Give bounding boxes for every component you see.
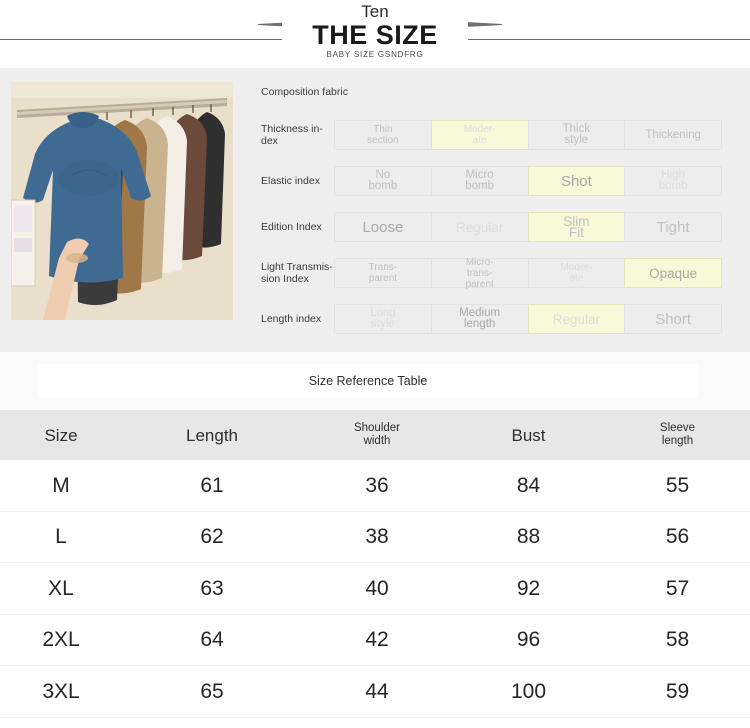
attribute-option[interactable]: Thin section	[334, 120, 432, 150]
attribute-option[interactable]: No bomb	[334, 166, 432, 196]
table-cell-length: 61	[200, 473, 224, 497]
table-cell-shoulder: 38	[365, 525, 389, 549]
attribute-option[interactable]: Micro bomb	[430, 166, 529, 196]
size-reference-banner-wrap: Size Reference Table	[0, 352, 750, 410]
attribute-option[interactable]: Long style	[334, 304, 432, 334]
table-row: 3XL 65 44 100 59	[0, 666, 750, 718]
table-header-row: Size Length Shoulder width Bust Sleeve length	[0, 410, 750, 460]
page-title: THE SIZE	[282, 18, 468, 52]
table-cell-sleeve: 58	[665, 628, 690, 652]
table-cell-bust: 92	[516, 576, 541, 600]
table-body: M 61 36 84 55 L 62 38 88 56 XL 63 40 92 57 2XL 64 42 96 58 3…	[0, 460, 750, 718]
attribute-option-selected[interactable]: Regular	[527, 304, 626, 334]
table-header-cell: Shoulder width	[353, 422, 401, 447]
table-cell-bust: 100	[510, 679, 547, 703]
attribute-options: No bomb Micro bomb Shot High bomb	[334, 166, 722, 196]
page-title-wrap: THE SIZE	[0, 18, 750, 52]
table-cell-shoulder: 44	[365, 679, 389, 703]
attribute-option-selected[interactable]: Opaque	[624, 258, 722, 288]
table-row: XL 63 40 92 57	[0, 563, 750, 615]
attribute-option[interactable]: Moder-ate	[527, 258, 626, 288]
attribute-row-label: Length index	[261, 313, 322, 325]
table-cell-length: 65	[200, 679, 224, 703]
table-header-cell: Size	[44, 425, 78, 445]
attribute-option[interactable]: Regular	[430, 212, 529, 242]
ghost-glyph: ··	[0, 0, 750, 1]
page-header: ·· Ten THE SIZE BABY SIZE GSNDFRG	[0, 0, 750, 70]
page-subtitle: BABY SIZE GSNDFRG	[326, 50, 424, 59]
table-cell-size: XL	[48, 576, 74, 600]
sweaters-on-rack-illustration	[11, 82, 233, 320]
attribute-option-selected[interactable]: Moder-ate	[430, 120, 529, 150]
table-header-cell: Bust	[511, 425, 546, 445]
attribute-row-label: Elastic index	[261, 175, 320, 187]
table-cell-shoulder: 42	[365, 628, 389, 652]
table-cell-bust: 84	[516, 473, 541, 497]
table-cell-shoulder: 40	[365, 576, 389, 600]
table-cell-length: 62	[200, 525, 224, 549]
table-cell-sleeve: 56	[665, 525, 690, 549]
attribute-option[interactable]: Micro-trans-parent	[430, 257, 529, 290]
table-cell-bust: 88	[516, 525, 541, 549]
composition-fabric-label: Composition fabric	[261, 86, 348, 98]
table-cell-sleeve: 59	[665, 679, 690, 703]
table-cell-size: L	[55, 525, 67, 549]
attribute-option[interactable]: Trans-parent	[334, 258, 432, 288]
attribute-option[interactable]: Short	[624, 304, 722, 334]
table-cell-shoulder: 36	[365, 473, 389, 497]
table-cell-size: M	[52, 473, 70, 497]
table-row: M 61 36 84 55	[0, 460, 750, 512]
table-header-cell: Length	[186, 425, 238, 445]
attribute-options: Long style Medium length Regular Short	[334, 304, 722, 334]
attribute-row: Elastic index No bomb Micro bomb Shot High bomb	[261, 166, 722, 196]
attribute-options: Loose Regular Slim Fit Tight	[334, 212, 722, 242]
attribute-panel: Composition fabric Thickness in-dex Thin s…	[0, 68, 750, 352]
table-cell-sleeve: 55	[665, 473, 690, 497]
attribute-option-selected[interactable]: Slim Fit	[527, 212, 626, 242]
attribute-option[interactable]: Tight	[624, 212, 722, 242]
table-cell-size: 3XL	[42, 679, 80, 703]
table-cell-size: 2XL	[42, 628, 80, 652]
attribute-option[interactable]: Thick style	[527, 120, 626, 150]
attribute-row: Length index Long style Medium length Regular…	[261, 304, 722, 334]
attribute-list: Composition fabric Thickness in-dex Thin s…	[261, 86, 722, 350]
attribute-row-label: Light Transmis-sion Index	[261, 261, 333, 285]
table-row: 2XL 64 42 96 58	[0, 614, 750, 666]
size-table: Size Length Shoulder width Bust Sleeve length …	[0, 410, 750, 718]
attribute-option[interactable]: High bomb	[624, 166, 722, 196]
table-row: L 62 38 88 56	[0, 511, 750, 563]
attribute-row-label: Edition Index	[261, 221, 322, 233]
size-reference-banner-text: Size Reference Table	[308, 374, 428, 388]
attribute-option[interactable]: Thickening	[624, 120, 722, 150]
attribute-options: Thin section Moder-ate Thick style Thickening	[334, 120, 722, 150]
table-cell-bust: 96	[516, 628, 541, 652]
attribute-row: Light Transmis-sion Index Trans-parent Mic…	[261, 257, 722, 290]
attribute-row-label: Thickness in-dex	[261, 123, 323, 147]
table-cell-sleeve: 57	[665, 576, 690, 600]
attribute-options: Trans-parent Micro-trans-parent Moder-ate O…	[334, 257, 722, 290]
size-reference-banner: Size Reference Table	[38, 364, 698, 398]
table-cell-length: 64	[200, 628, 224, 652]
attribute-rows: Thickness in-dex Thin section Moder-ate Thic…	[261, 120, 722, 334]
attribute-row: Thickness in-dex Thin section Moder-ate Thic…	[261, 120, 722, 150]
table-cell-length: 63	[200, 576, 224, 600]
attribute-row: Edition Index Loose Regular Slim Fit Tight	[261, 212, 722, 242]
attribute-option-selected[interactable]: Shot	[527, 166, 626, 196]
attribute-option[interactable]: Medium length	[430, 304, 529, 334]
product-photo	[11, 82, 233, 320]
attribute-option[interactable]: Loose	[334, 212, 432, 242]
table-header-cell: Sleeve length	[659, 422, 696, 447]
